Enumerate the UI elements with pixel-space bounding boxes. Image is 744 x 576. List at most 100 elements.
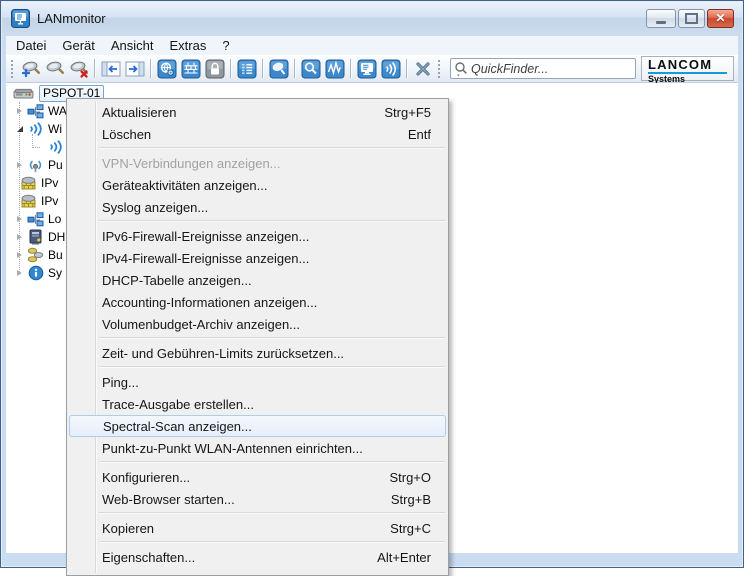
menu-item-label: Volumenbudget-Archiv anzeigen...: [102, 317, 411, 332]
security-lock-icon: [205, 59, 225, 79]
menu-item-zeit-und-geb-hren-limits-zur-cksetzen[interactable]: Zeit- und Gebühren-Limits zurücksetzen..…: [67, 342, 448, 364]
toolbar-grip[interactable]: [11, 60, 16, 78]
tree-item-label: DH: [48, 230, 65, 244]
budget-icon: [26, 247, 45, 263]
lan-monitor-icon: [357, 59, 377, 79]
quickfinder-input[interactable]: [468, 61, 632, 77]
wlan-monitor-button[interactable]: [379, 58, 403, 80]
maximize-icon: [685, 13, 698, 24]
menu-item-label: Konfigurieren...: [102, 470, 369, 485]
add-device-icon: [21, 59, 41, 79]
menu-item-dhcp-tabelle-anzeigen[interactable]: DHCP-Tabelle anzeigen...: [67, 269, 448, 291]
firewall-bricks-button[interactable]: [179, 58, 203, 80]
menu-item-label: Spectral-Scan anzeigen...: [103, 419, 410, 434]
panel-arrow-left-button[interactable]: [99, 58, 123, 80]
toolbar-separator: [262, 59, 264, 78]
remove-device-button[interactable]: [67, 58, 91, 80]
trace-search-button[interactable]: [299, 58, 323, 80]
menu-separator: [99, 220, 445, 222]
minimize-button[interactable]: [646, 9, 676, 28]
menu-item-spectral-scan-anzeigen[interactable]: Spectral-Scan anzeigen...: [69, 415, 446, 437]
toolbar-grip[interactable]: [438, 60, 443, 78]
disconnect-button[interactable]: [411, 58, 435, 80]
menu-separator: [99, 461, 445, 463]
menu-separator: [99, 337, 445, 339]
menu-item-kopieren[interactable]: KopierenStrg+C: [67, 517, 448, 539]
menu-item-label: IPv6-Firewall-Ereignisse anzeigen...: [102, 229, 411, 244]
syslog-list-button[interactable]: [235, 58, 259, 80]
info-icon: [26, 265, 45, 281]
window-title: LANmonitor: [37, 11, 106, 26]
wan-status-icon: [157, 59, 177, 79]
menubar-item-datei[interactable]: Datei: [8, 37, 54, 54]
find-device-icon: [45, 59, 65, 79]
expander-collapsed-icon[interactable]: [13, 216, 26, 222]
logo-brand-text: LANCOM: [648, 59, 727, 71]
expander-collapsed-icon[interactable]: [13, 162, 26, 168]
menu-item-label: IPv4-Firewall-Ereignisse anzeigen...: [102, 251, 411, 266]
spectral-scan-button[interactable]: [323, 58, 347, 80]
toolbar: LANCOM Systems: [6, 55, 738, 83]
expander-collapsed-icon[interactable]: [13, 252, 26, 258]
find-device-button[interactable]: [43, 58, 67, 80]
menubar-item-help[interactable]: ?: [214, 37, 237, 54]
expander-collapsed-icon[interactable]: [13, 108, 26, 114]
titlebar[interactable]: LANmonitor ✕: [2, 2, 742, 35]
menu-item-vpn-verbindungen-anzeigen: VPN-Verbindungen anzeigen...: [67, 152, 448, 174]
toolbar-separator: [94, 59, 96, 78]
menu-item-label: Web-Browser starten...: [102, 492, 371, 507]
expander-collapsed-icon[interactable]: [13, 270, 26, 276]
add-device-button[interactable]: [19, 58, 43, 80]
menu-item-shortcut: Strg+C: [390, 521, 431, 536]
ping-button[interactable]: [267, 58, 291, 80]
menu-item-ger-teaktivit-ten-anzeigen[interactable]: Geräteaktivitäten anzeigen...: [67, 174, 448, 196]
menu-item-syslog-anzeigen[interactable]: Syslog anzeigen...: [67, 196, 448, 218]
menubar-item-extras[interactable]: Extras: [162, 37, 215, 54]
menu-item-l-schen[interactable]: Löschen Entf: [67, 123, 448, 145]
tree-item-label: Lo: [48, 212, 61, 226]
panel-arrow-right-button[interactable]: [123, 58, 147, 80]
menu-item-ipv6-firewall-ereignisse-anzeigen[interactable]: IPv6-Firewall-Ereignisse anzeigen...: [67, 225, 448, 247]
tree-item-label: Bu: [48, 248, 63, 262]
wan-status-button[interactable]: [155, 58, 179, 80]
menu-item-aktualisieren[interactable]: AktualisierenStrg+F5: [67, 101, 448, 123]
expander-collapsed-icon[interactable]: [13, 234, 26, 240]
firewall-icon: [19, 176, 38, 190]
menu-item-eigenschaften[interactable]: Eigenschaften...Alt+Enter: [67, 546, 448, 568]
trace-search-icon: [301, 59, 321, 79]
maximize-button[interactable]: [678, 9, 705, 28]
menubar-item-ansicht[interactable]: Ansicht: [103, 37, 162, 54]
toolbar-buttons: [19, 58, 435, 80]
network-icon: [26, 104, 45, 119]
toolbar-separator: [150, 59, 152, 78]
quickfinder-box: [450, 58, 636, 79]
menu-item-ipv4-firewall-ereignisse-anzeigen[interactable]: IPv4-Firewall-Ereignisse anzeigen...: [67, 247, 448, 269]
menu-item-trace-ausgabe-erstellen[interactable]: Trace-Ausgabe erstellen...: [67, 393, 448, 415]
remove-device-icon: [69, 59, 89, 79]
menu-item-label: Eigenschaften...: [102, 550, 357, 565]
menu-item-shortcut: Entf: [408, 127, 431, 142]
context-menu: AktualisierenStrg+F5 Löschen Entf VPN-Verbi…: [66, 98, 449, 576]
menu-item-web-browser-starten[interactable]: Web-Browser starten...Strg+B: [67, 488, 448, 510]
menu-item-ping[interactable]: Ping...: [67, 371, 448, 393]
toolbar-separator: [350, 59, 352, 78]
security-lock-button[interactable]: [203, 58, 227, 80]
disconnect-icon: [413, 59, 433, 79]
lan-monitor-button[interactable]: [355, 58, 379, 80]
menu-item-label: Zeit- und Gebühren-Limits zurücksetzen..…: [102, 346, 411, 361]
tree-item-label: Wi: [48, 122, 62, 136]
menu-separator: [99, 147, 445, 149]
menu-item-konfigurieren[interactable]: Konfigurieren...Strg+O: [67, 466, 448, 488]
expander-expanded-icon[interactable]: [13, 126, 26, 132]
toolbar-separator: [230, 59, 232, 78]
menu-item-label: Löschen: [102, 127, 388, 142]
menu-item-label: Ping...: [102, 375, 411, 390]
tree-item-label: IPv: [41, 176, 58, 190]
close-button[interactable]: ✕: [707, 9, 734, 28]
menu-separator: [99, 366, 445, 368]
panel-arrow-left-icon: [101, 59, 121, 79]
menu-item-volumenbudget-archiv-anzeigen[interactable]: Volumenbudget-Archiv anzeigen...: [67, 313, 448, 335]
menu-item-accounting-informationen-anzeigen[interactable]: Accounting-Informationen anzeigen...: [67, 291, 448, 313]
menubar-item-ger-t[interactable]: Gerät: [54, 37, 103, 54]
menu-item-punkt-zu-punkt-wlan-antennen-einrichten[interactable]: Punkt-zu-Punkt WLAN-Antennen einrichten.…: [67, 437, 448, 459]
